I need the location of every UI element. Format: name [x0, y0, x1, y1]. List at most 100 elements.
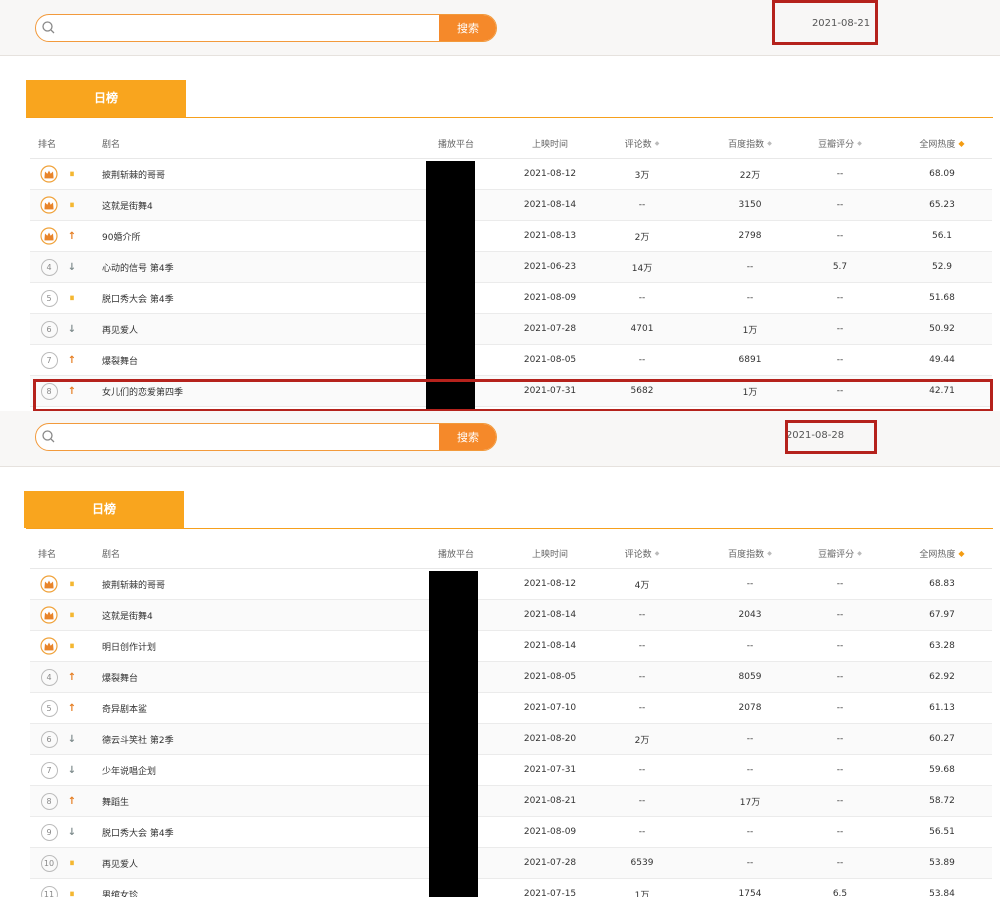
rank-cell — [36, 600, 62, 630]
table-row[interactable]: 8 ↑ 舞蹈生 2021-08-21 -- 17万 -- 58.72 — [30, 786, 992, 817]
row-highlight-box — [33, 379, 993, 411]
search-button[interactable]: 搜索 — [439, 424, 496, 450]
trend-down-icon: ↓ — [67, 764, 77, 776]
search-input[interactable] — [62, 15, 442, 41]
crown-icon — [40, 196, 58, 214]
table-row[interactable]: ⏸ 这就是街舞4 2021-08-14 -- 2043 -- 67.97 — [30, 600, 992, 631]
show-name[interactable]: 这就是街舞4 — [102, 600, 402, 630]
table-row[interactable]: 6 ↓ 德云斗笑社 第2季 2021-08-20 2万 -- -- 60.27 — [30, 724, 992, 755]
sort-icon[interactable]: ◆ — [655, 140, 660, 147]
header-heat-label: 全网热度 — [919, 550, 956, 560]
table-row[interactable]: 9 ↓ 脱口秀大会 第4季 2021-08-09 -- -- -- 56.51 — [30, 817, 992, 848]
search-input[interactable] — [62, 424, 442, 450]
comment-count: 3万 — [634, 170, 650, 181]
header-platform: 播放平台 — [437, 140, 474, 150]
table-row[interactable]: 7 ↑ 爆裂舞台 2021-08-05 -- 6891 -- 49.44 — [30, 345, 992, 376]
release-date: 2021-06-23 — [523, 262, 577, 272]
trend-down-icon: ↓ — [67, 733, 77, 745]
rank-cell: 7 — [36, 345, 62, 375]
table-row[interactable]: 7 ↓ 少年说唱企划 2021-07-31 -- -- -- 59.68 — [30, 755, 992, 786]
baidu-index: -- — [746, 641, 754, 651]
show-name[interactable]: 再见爱人 — [102, 314, 402, 344]
table-row[interactable]: ⏸ 披荆斩棘的哥哥 2021-08-12 3万 22万 -- 68.09 — [30, 159, 992, 190]
show-name[interactable]: 再见爱人 — [102, 848, 402, 878]
header-heat[interactable]: 全网热度 ◆ — [902, 539, 982, 568]
release-date: 2021-08-14 — [523, 610, 577, 620]
heat-score: 65.23 — [929, 200, 955, 210]
crown-icon — [40, 637, 58, 655]
sort-icon[interactable]: ◆ — [767, 140, 772, 147]
show-name[interactable]: 90婚介所 — [102, 221, 402, 251]
header-platform: 播放平台 — [437, 550, 474, 560]
table-row[interactable]: 5 ↑ 奇异剧本鲨 2021-07-10 -- 2078 -- 61.13 — [30, 693, 992, 724]
header-heat[interactable]: 全网热度 ◆ — [902, 129, 982, 158]
sort-icon[interactable]: ◆ — [857, 140, 862, 147]
search-button[interactable]: 搜索 — [439, 15, 496, 41]
douban-score: -- — [836, 796, 844, 806]
table-row[interactable]: ↑ 90婚介所 2021-08-13 2万 2798 -- 56.1 — [30, 221, 992, 252]
tab-daily[interactable]: 日榜 — [24, 491, 184, 528]
crown-icon — [40, 165, 58, 183]
trend-same-icon: ⏸ — [69, 199, 75, 211]
table-row[interactable]: ⏸ 披荆斩棘的哥哥 2021-08-12 4万 -- -- 68.83 — [30, 569, 992, 600]
header-baidu[interactable]: 百度指数 ◆ — [710, 129, 790, 158]
show-name[interactable]: 男绾女珍 — [102, 879, 402, 897]
show-name[interactable]: 脱口秀大会 第4季 — [102, 283, 402, 313]
baidu-index: 17万 — [739, 797, 761, 808]
rank-cell: 10 — [36, 848, 62, 878]
comment-count: -- — [638, 765, 646, 775]
trend-same-icon: ⏸ — [69, 888, 75, 897]
table-row[interactable]: 4 ↑ 爆裂舞台 2021-08-05 -- 8059 -- 62.92 — [30, 662, 992, 693]
header-douban[interactable]: 豆瓣评分 ◆ — [800, 539, 880, 568]
show-name[interactable]: 这就是街舞4 — [102, 190, 402, 220]
top-bar: 搜索 2021-08-21 — [0, 0, 1000, 56]
show-name[interactable]: 奇异剧本鲨 — [102, 693, 402, 723]
ranking-panel-1: 搜索 2021-08-21 日榜 排名 剧名 播放平台 上映时间 评论数 ◆ 百度… — [0, 0, 1000, 411]
baidu-index: 2043 — [738, 610, 762, 620]
date-highlight-box — [772, 0, 878, 45]
show-name[interactable]: 德云斗笑社 第2季 — [102, 724, 402, 754]
table-row[interactable]: 6 ↓ 再见爱人 2021-07-28 4701 1万 -- 50.92 — [30, 314, 992, 345]
sort-icon[interactable]: ◆ — [767, 550, 772, 557]
header-baidu[interactable]: 百度指数 ◆ — [710, 539, 790, 568]
tab-daily[interactable]: 日榜 — [26, 80, 186, 117]
header-baidu-label: 百度指数 — [728, 140, 765, 150]
baidu-index: 1万 — [742, 325, 758, 336]
header-comments[interactable]: 评论数 ◆ — [612, 129, 672, 158]
rank-cell — [36, 159, 62, 189]
table-row[interactable]: 10 ⏸ 再见爱人 2021-07-28 6539 -- -- 53.89 — [30, 848, 992, 879]
header-release: 上映时间 — [531, 550, 568, 560]
header-comments[interactable]: 评论数 ◆ — [612, 539, 672, 568]
table-row[interactable]: ⏸ 这就是街舞4 2021-08-14 -- 3150 -- 65.23 — [30, 190, 992, 221]
rank-badge: 6 — [40, 320, 58, 338]
douban-score: -- — [836, 200, 844, 210]
crown-icon — [40, 575, 58, 593]
release-date: 2021-07-10 — [523, 703, 577, 713]
comment-count: 14万 — [631, 263, 653, 274]
release-date: 2021-08-13 — [523, 231, 577, 241]
header-douban[interactable]: 豆瓣评分 ◆ — [800, 129, 880, 158]
sort-icon[interactable]: ◆ — [655, 550, 660, 557]
sort-icon[interactable]: ◆ — [958, 549, 964, 558]
table-row[interactable]: 5 ⏸ 脱口秀大会 第4季 2021-08-09 -- -- -- 51.68 — [30, 283, 992, 314]
show-name[interactable]: 明日创作计划 — [102, 631, 402, 661]
show-name[interactable]: 舞蹈生 — [102, 786, 402, 816]
comment-count: -- — [638, 703, 646, 713]
ranking-table: 排名 剧名 播放平台 上映时间 评论数 ◆ 百度指数 ◆ 豆瓣评分 ◆ 全网热度 ◆ ⏸… — [30, 129, 992, 407]
table-row[interactable]: 11 ⏸ 男绾女珍 2021-07-15 1万 1754 6.5 53.84 — [30, 879, 992, 897]
douban-score: -- — [836, 610, 844, 620]
rank-cell — [36, 631, 62, 661]
show-name[interactable]: 心动的信号 第4季 — [102, 252, 402, 282]
show-name[interactable]: 披荆斩棘的哥哥 — [102, 159, 402, 189]
table-row[interactable]: 4 ↓ 心动的信号 第4季 2021-06-23 14万 -- 5.7 52.9 — [30, 252, 992, 283]
show-name[interactable]: 少年说唱企划 — [102, 755, 402, 785]
sort-icon[interactable]: ◆ — [857, 550, 862, 557]
show-name[interactable]: 爆裂舞台 — [102, 345, 402, 375]
rank-badge: 6 — [40, 730, 58, 748]
douban-score: -- — [836, 703, 844, 713]
show-name[interactable]: 脱口秀大会 第4季 — [102, 817, 402, 847]
show-name[interactable]: 爆裂舞台 — [102, 662, 402, 692]
table-row[interactable]: ⏸ 明日创作计划 2021-08-14 -- -- -- 63.28 — [30, 631, 992, 662]
sort-icon[interactable]: ◆ — [958, 139, 964, 148]
show-name[interactable]: 披荆斩棘的哥哥 — [102, 569, 402, 599]
